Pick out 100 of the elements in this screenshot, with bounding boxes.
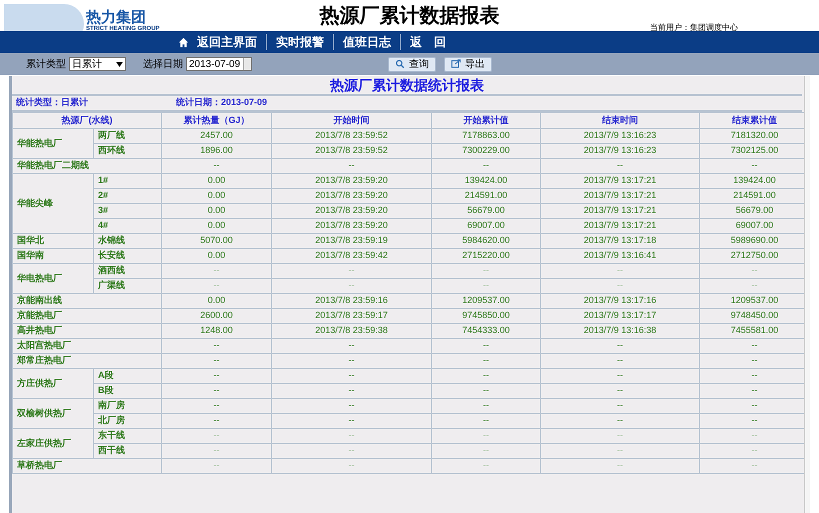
table-cell: -- [162,428,272,444]
table-cell: -- [162,444,272,458]
table-cell: -- [162,158,272,174]
export-button[interactable]: 导出 [444,56,492,72]
line-name: 长安线 [94,248,162,264]
caret-icon [116,62,123,66]
table-cell: 7300229.00 [432,144,540,158]
table-cell: -- [432,428,540,444]
table-cell: -- [162,398,272,414]
line-name: 西干线 [94,444,162,458]
table-cell: 2013/7/8 23:59:52 [272,144,432,158]
table-cell: -- [162,338,272,354]
table-cell: -- [540,398,700,414]
table-cell: 1248.00 [162,324,272,338]
table-cell: -- [272,384,432,398]
table-cell: -- [432,444,540,458]
table-cell: -- [272,158,432,174]
table-cell: 2457.00 [162,128,272,144]
table-cell: -- [272,278,432,294]
table-cell: -- [432,458,540,474]
line-name: 南厂房 [94,398,162,414]
table-cell: 0.00 [162,248,272,264]
table-cell: 0.00 [162,174,272,188]
table-cell: 2013/7/9 13:17:21 [540,204,700,218]
table-cell: 2715220.00 [432,248,540,264]
table-cell: -- [272,398,432,414]
table-cell: -- [272,458,432,474]
table-cell: 2013/7/8 23:59:19 [272,234,432,248]
nav-link[interactable]: 值班日志 [343,33,391,51]
column-header: 结束时间 [540,112,700,128]
table-cell: 2013/7/8 23:59:38 [272,324,432,338]
table-cell: -- [540,264,700,278]
plant-name: 华能热电厂 [12,128,94,158]
table-cell: 2013/7/8 23:59:20 [272,218,432,234]
plant-name: 国华北 [12,234,94,248]
table-cell: 56679.00 [432,204,540,218]
table-cell: 7454333.00 [432,324,540,338]
table-cell: -- [272,264,432,278]
line-name: 1# [94,174,162,188]
line-name: 4# [94,218,162,234]
report-title: 热源厂累计数据统计报表 [330,76,484,94]
line-name: 两厂线 [94,128,162,144]
table-cell: -- [162,414,272,428]
table-cell: -- [162,278,272,294]
table-cell: 5070.00 [162,234,272,248]
table-cell: 2013/7/9 13:16:38 [540,324,700,338]
plant-name: 高井热电厂 [12,324,162,338]
table-cell: -- [272,354,432,368]
table-cell: 1896.00 [162,144,272,158]
table-cell: -- [272,338,432,354]
table-cell: -- [432,354,540,368]
spinner-icon[interactable] [243,58,251,70]
table-cell: 2013/7/8 23:59:20 [272,174,432,188]
table-cell: -- [432,398,540,414]
table-cell: -- [540,444,700,458]
table-cell: 2013/7/9 13:17:21 [540,174,700,188]
date-field[interactable]: 2013-07-09 [186,57,252,71]
table-cell: 2013/7/9 13:16:23 [540,144,700,158]
line-name: 水锦线 [94,234,162,248]
plant-name: 华能尖峰 [12,174,94,234]
line-name: 北厂房 [94,414,162,428]
column-header: 热源厂(水线) [12,112,162,128]
plant-name: 郑常庄热电厂 [12,354,162,368]
table-cell: 2013/7/8 23:59:17 [272,308,432,324]
line-name: A段 [94,368,162,384]
table-cell: -- [432,414,540,428]
plant-name: 太阳宫热电厂 [12,338,162,354]
table-cell: -- [540,384,700,398]
table-cell: 7178863.00 [432,128,540,144]
nav-link[interactable]: 返 回 [410,33,446,51]
table-cell: -- [432,384,540,398]
plant-name: 左家庄供热厂 [12,428,94,458]
table-cell: -- [432,278,540,294]
table-cell: -- [432,158,540,174]
search-button[interactable]: 查询 [388,56,436,72]
table-cell: 2013/7/9 13:16:23 [540,128,700,144]
table-cell: -- [432,338,540,354]
table-cell: 0.00 [162,294,272,308]
table-cell: -- [540,158,700,174]
scrollbar[interactable] [804,76,810,513]
table-cell: -- [540,354,700,368]
table-cell: 139424.00 [432,174,540,188]
table-cell: 0.00 [162,218,272,234]
table-cell: -- [162,354,272,368]
column-header: 累计热量（GJ） [162,112,272,128]
table-cell: 69007.00 [432,218,540,234]
line-name: 西环线 [94,144,162,158]
nav-link[interactable]: 实时报警 [276,33,324,51]
table-cell: 2013/7/9 13:17:18 [540,234,700,248]
field-label: 累计类型 [26,58,66,72]
plant-name: 京能热电厂 [12,308,162,324]
page-title: 热源厂累计数据报表 [320,4,500,28]
table-cell: 9745850.00 [432,308,540,324]
home-icon[interactable] [178,36,189,48]
table-cell: 2013/7/9 13:17:21 [540,188,700,204]
plant-name: 国华南 [12,248,94,264]
nav-link[interactable]: 返回主界面 [197,33,257,51]
table-cell: 2013/7/8 23:59:20 [272,188,432,204]
type-select[interactable]: 日累计 [69,57,126,71]
table-cell: 2013/7/8 23:59:42 [272,248,432,264]
